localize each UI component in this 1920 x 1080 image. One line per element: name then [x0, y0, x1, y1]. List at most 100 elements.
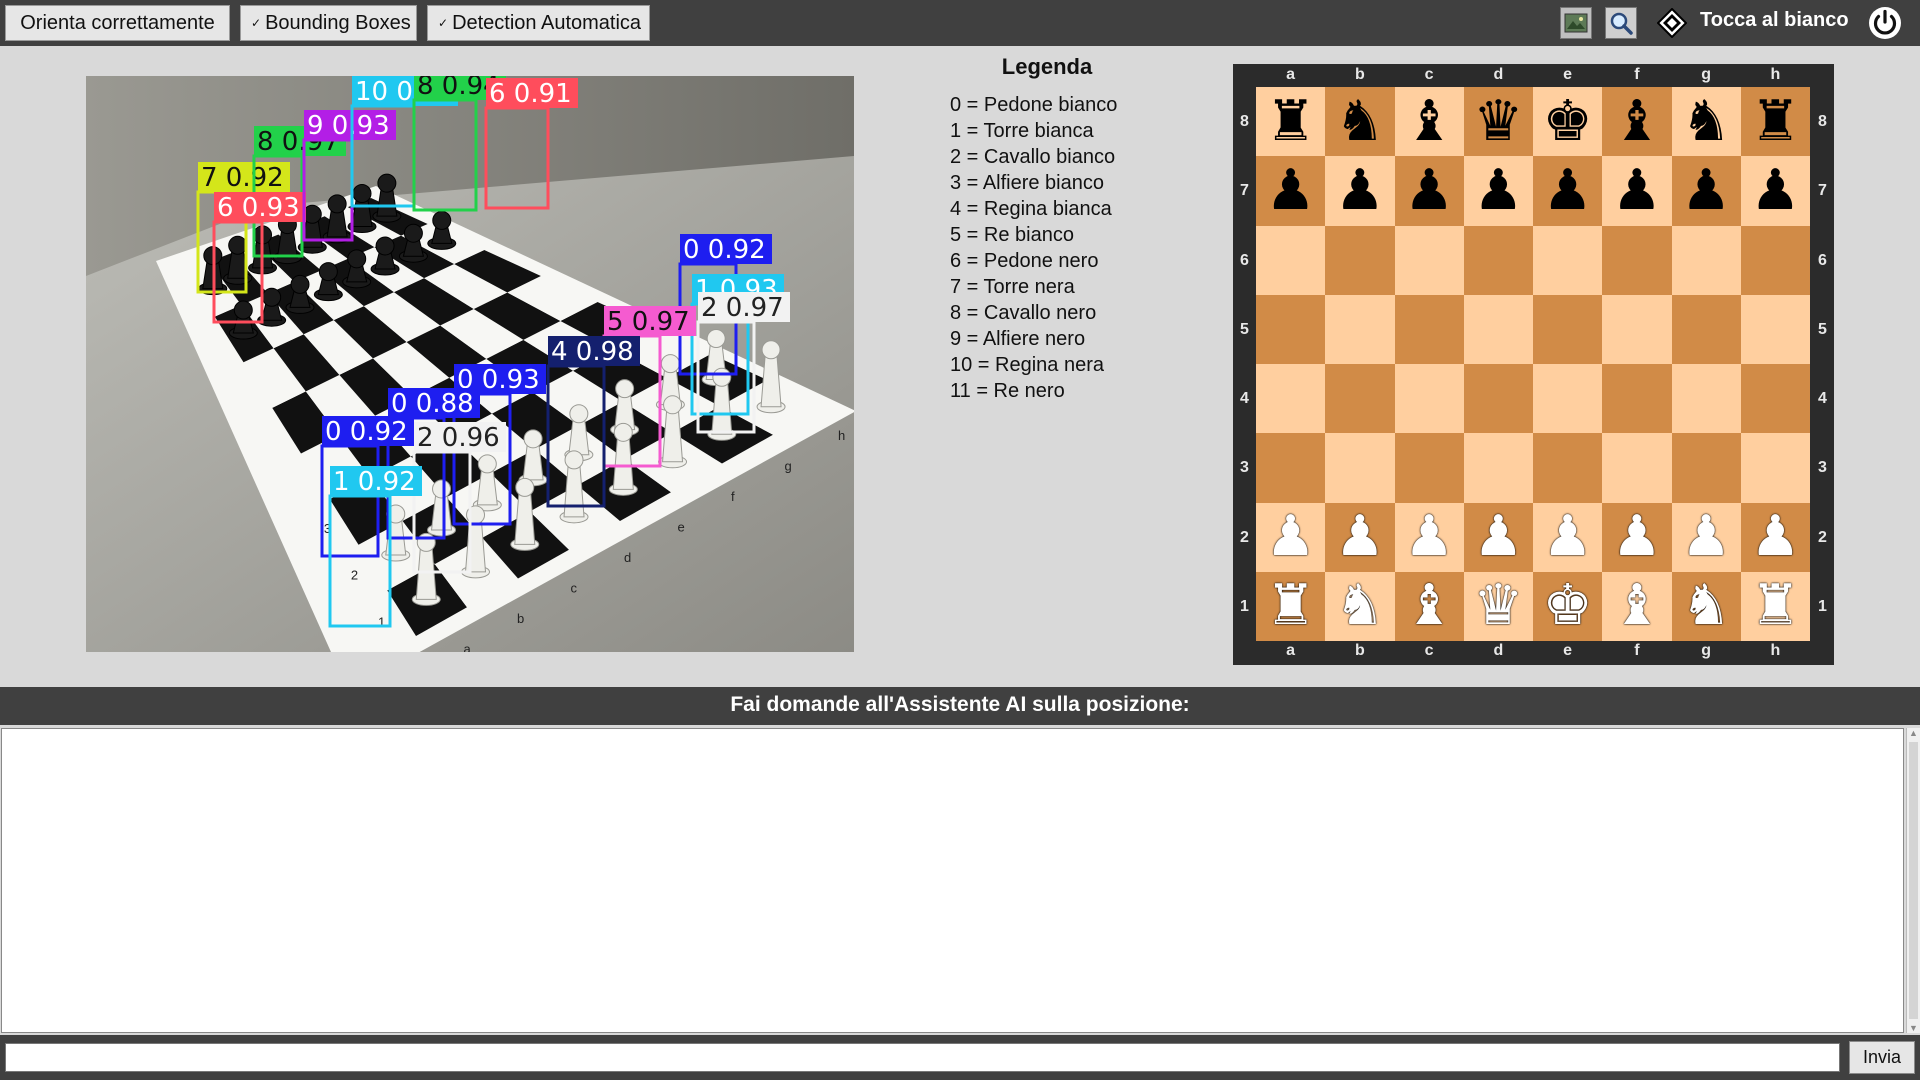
square-e2[interactable]: ♟: [1533, 502, 1603, 572]
square-e8[interactable]: ♚: [1533, 87, 1603, 157]
square-e5[interactable]: [1533, 294, 1603, 364]
square-d5[interactable]: [1463, 294, 1533, 364]
square-g3[interactable]: [1671, 433, 1741, 503]
square-b8[interactable]: ♞: [1325, 87, 1395, 157]
black-bishop-icon[interactable]: ♝: [1404, 93, 1454, 150]
square-d4[interactable]: [1463, 364, 1533, 434]
white-bishop-icon[interactable]: ♝: [1612, 578, 1662, 634]
square-e4[interactable]: [1533, 364, 1603, 434]
square-a2[interactable]: ♟: [1256, 502, 1326, 572]
white-king-icon[interactable]: ♚: [1543, 578, 1593, 634]
send-button[interactable]: Invia: [1849, 1041, 1915, 1074]
square-b2[interactable]: ♟: [1325, 502, 1395, 572]
white-pawn-icon[interactable]: ♟: [1681, 509, 1731, 565]
square-c4[interactable]: [1394, 364, 1464, 434]
square-c1[interactable]: ♝: [1394, 571, 1464, 641]
question-input[interactable]: [5, 1043, 1840, 1072]
scroll-up-icon[interactable]: ▲: [1909, 728, 1918, 738]
square-b4[interactable]: [1325, 364, 1395, 434]
black-rook-icon[interactable]: ♜: [1266, 93, 1316, 150]
square-f8[interactable]: ♝: [1602, 87, 1672, 157]
square-g5[interactable]: [1671, 294, 1741, 364]
black-pawn-icon[interactable]: ♟: [1681, 162, 1731, 219]
black-knight-icon[interactable]: ♞: [1681, 93, 1731, 150]
square-a3[interactable]: [1256, 433, 1326, 503]
assistant-conversation[interactable]: [1, 728, 1904, 1033]
white-pawn-icon[interactable]: ♟: [1543, 509, 1593, 565]
auto-detection-checkbox[interactable]: ✓ Detection Automatica: [427, 5, 650, 41]
square-g6[interactable]: [1671, 225, 1741, 295]
square-c7[interactable]: ♟: [1394, 156, 1464, 226]
square-f7[interactable]: ♟: [1602, 156, 1672, 226]
white-pawn-icon[interactable]: ♟: [1612, 509, 1662, 565]
white-pawn-icon[interactable]: ♟: [1750, 509, 1800, 565]
square-e3[interactable]: [1533, 433, 1603, 503]
white-pawn-icon[interactable]: ♟: [1473, 509, 1523, 565]
black-pawn-icon[interactable]: ♟: [1612, 162, 1662, 219]
square-c6[interactable]: [1394, 225, 1464, 295]
square-h4[interactable]: [1740, 364, 1810, 434]
square-b7[interactable]: ♟: [1325, 156, 1395, 226]
square-d7[interactable]: ♟: [1463, 156, 1533, 226]
bounding-boxes-checkbox[interactable]: ✓ Bounding Boxes: [240, 5, 417, 41]
square-h8[interactable]: ♜: [1740, 87, 1810, 157]
square-e1[interactable]: ♚: [1533, 571, 1603, 641]
square-b6[interactable]: [1325, 225, 1395, 295]
black-pawn-icon[interactable]: ♟: [1404, 162, 1454, 219]
scroll-down-icon[interactable]: ▼: [1909, 1023, 1918, 1033]
square-f6[interactable]: [1602, 225, 1672, 295]
square-f5[interactable]: [1602, 294, 1672, 364]
power-icon[interactable]: [1866, 5, 1904, 41]
square-b1[interactable]: ♞: [1325, 571, 1395, 641]
square-c2[interactable]: ♟: [1394, 502, 1464, 572]
black-pawn-icon[interactable]: ♟: [1266, 162, 1316, 219]
white-rook-icon[interactable]: ♜: [1266, 578, 1316, 634]
square-d2[interactable]: ♟: [1463, 502, 1533, 572]
square-e7[interactable]: ♟: [1533, 156, 1603, 226]
black-pawn-icon[interactable]: ♟: [1750, 162, 1800, 219]
black-knight-icon[interactable]: ♞: [1335, 93, 1385, 150]
white-pawn-icon[interactable]: ♟: [1404, 509, 1454, 565]
square-h1[interactable]: ♜: [1740, 571, 1810, 641]
square-d1[interactable]: ♛: [1463, 571, 1533, 641]
square-e6[interactable]: [1533, 225, 1603, 295]
image-icon[interactable]: [1560, 7, 1592, 39]
square-a7[interactable]: ♟: [1256, 156, 1326, 226]
square-b5[interactable]: [1325, 294, 1395, 364]
square-g1[interactable]: ♞: [1671, 571, 1741, 641]
square-g4[interactable]: [1671, 364, 1741, 434]
square-c3[interactable]: [1394, 433, 1464, 503]
square-f3[interactable]: [1602, 433, 1672, 503]
square-g8[interactable]: ♞: [1671, 87, 1741, 157]
white-rook-icon[interactable]: ♜: [1750, 578, 1800, 634]
square-a6[interactable]: [1256, 225, 1326, 295]
square-h3[interactable]: [1740, 433, 1810, 503]
square-d8[interactable]: ♛: [1463, 87, 1533, 157]
square-h5[interactable]: [1740, 294, 1810, 364]
square-f1[interactable]: ♝: [1602, 571, 1672, 641]
black-queen-icon[interactable]: ♛: [1473, 93, 1523, 150]
white-bishop-icon[interactable]: ♝: [1404, 578, 1454, 634]
flip-board-icon[interactable]: [1656, 7, 1688, 39]
square-f4[interactable]: [1602, 364, 1672, 434]
square-a1[interactable]: ♜: [1256, 571, 1326, 641]
black-rook-icon[interactable]: ♜: [1750, 93, 1800, 150]
white-pawn-icon[interactable]: ♟: [1266, 509, 1316, 565]
black-pawn-icon[interactable]: ♟: [1335, 162, 1385, 219]
black-king-icon[interactable]: ♚: [1543, 93, 1593, 150]
square-f2[interactable]: ♟: [1602, 502, 1672, 572]
white-knight-icon[interactable]: ♞: [1681, 578, 1731, 634]
square-h2[interactable]: ♟: [1740, 502, 1810, 572]
square-b3[interactable]: [1325, 433, 1395, 503]
square-c5[interactable]: [1394, 294, 1464, 364]
square-h7[interactable]: ♟: [1740, 156, 1810, 226]
square-d3[interactable]: [1463, 433, 1533, 503]
square-h6[interactable]: [1740, 225, 1810, 295]
black-pawn-icon[interactable]: ♟: [1473, 162, 1523, 219]
black-bishop-icon[interactable]: ♝: [1612, 93, 1662, 150]
white-queen-icon[interactable]: ♛: [1473, 578, 1523, 634]
square-d6[interactable]: [1463, 225, 1533, 295]
zoom-icon[interactable]: [1605, 7, 1637, 39]
square-g7[interactable]: ♟: [1671, 156, 1741, 226]
square-a5[interactable]: [1256, 294, 1326, 364]
